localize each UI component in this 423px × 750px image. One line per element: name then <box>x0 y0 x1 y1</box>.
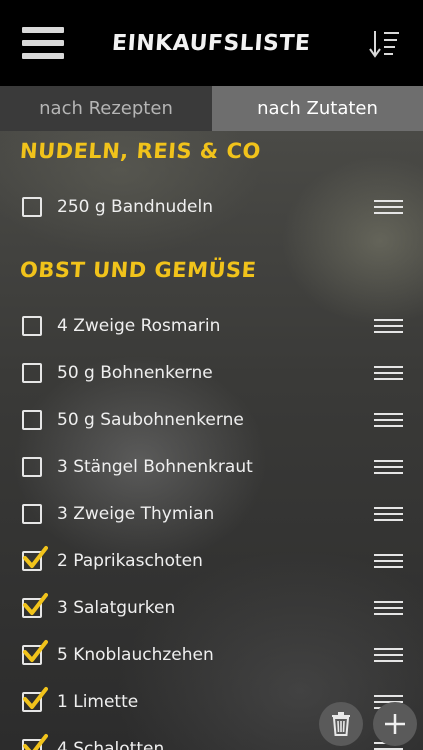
add-button[interactable] <box>373 702 417 746</box>
item-label: 1 Limette <box>57 692 139 712</box>
drag-handle-icon[interactable] <box>374 460 403 474</box>
item-label: 50 g Bohnenkerne <box>57 363 213 383</box>
checkmark-icon <box>23 593 48 615</box>
list-item: 2 Paprikaschoten <box>0 541 423 581</box>
checkmark-icon <box>23 640 48 662</box>
shopping-list: NUDELN, REIS & CO 250 g Bandnudeln OBST … <box>0 131 423 750</box>
view-tabs: nach Rezepten nach Zutaten <box>0 86 423 131</box>
item-label: 3 Zweige Thymian <box>57 504 215 524</box>
item-checkbox[interactable] <box>22 546 48 571</box>
delete-button[interactable] <box>319 702 363 746</box>
item-label: 3 Stängel Bohnenkraut <box>57 457 253 477</box>
section-title-obst: OBST UND GEMÜSE <box>19 258 258 282</box>
drag-handle-icon[interactable] <box>374 601 403 615</box>
drag-handle-icon[interactable] <box>374 648 403 662</box>
list-item: 5 Knoblauchzehen <box>0 635 423 675</box>
list-item: 50 g Bohnenkerne <box>0 353 423 393</box>
drag-handle-icon[interactable] <box>374 507 403 521</box>
trash-icon <box>332 712 350 736</box>
menu-button[interactable] <box>22 27 64 59</box>
list-item: 3 Stängel Bohnenkraut <box>0 447 423 487</box>
item-checkbox[interactable] <box>22 197 42 217</box>
tab-nach-rezepten[interactable]: nach Rezepten <box>0 86 212 131</box>
drag-handle-icon[interactable] <box>374 366 403 380</box>
item-checkbox[interactable] <box>22 363 42 383</box>
checkmark-icon <box>23 734 48 750</box>
item-label: 4 Schalotten <box>57 739 165 750</box>
sort-button[interactable] <box>369 28 401 60</box>
item-label: 50 g Saubohnenkerne <box>57 410 244 430</box>
section-title-nudeln: NUDELN, REIS & CO <box>19 139 262 163</box>
item-label: 4 Zweige Rosmarin <box>57 316 221 336</box>
list-item: 50 g Saubohnenkerne <box>0 400 423 440</box>
drag-handle-icon[interactable] <box>374 200 403 214</box>
item-checkbox[interactable] <box>22 640 48 665</box>
plus-icon <box>385 714 405 734</box>
item-checkbox[interactable] <box>22 734 48 750</box>
hamburger-menu-icon <box>22 27 64 33</box>
item-label: 5 Knoblauchzehen <box>57 645 214 665</box>
tab-nach-zutaten[interactable]: nach Zutaten <box>212 86 423 131</box>
checkmark-icon <box>23 546 48 568</box>
drag-handle-icon[interactable] <box>374 319 403 333</box>
item-checkbox[interactable] <box>22 593 48 618</box>
item-label: 2 Paprikaschoten <box>57 551 203 571</box>
list-item: 3 Salatgurken <box>0 588 423 628</box>
list-item: 4 Zweige Rosmarin <box>0 306 423 346</box>
item-checkbox[interactable] <box>22 410 42 430</box>
item-checkbox[interactable] <box>22 457 42 477</box>
top-bar: EINKAUFSLISTE <box>0 0 423 86</box>
item-checkbox[interactable] <box>22 687 48 712</box>
item-checkbox[interactable] <box>22 316 42 336</box>
page-title: EINKAUFSLISTE <box>111 30 312 56</box>
drag-handle-icon[interactable] <box>374 554 403 568</box>
drag-handle-icon[interactable] <box>374 413 403 427</box>
item-label: 250 g Bandnudeln <box>57 197 213 217</box>
sort-list-icon <box>369 31 399 58</box>
list-item: 3 Zweige Thymian <box>0 494 423 534</box>
item-label: 3 Salatgurken <box>57 598 176 618</box>
checkmark-icon <box>23 687 48 709</box>
item-checkbox[interactable] <box>22 504 42 524</box>
list-item: 250 g Bandnudeln <box>0 187 423 227</box>
